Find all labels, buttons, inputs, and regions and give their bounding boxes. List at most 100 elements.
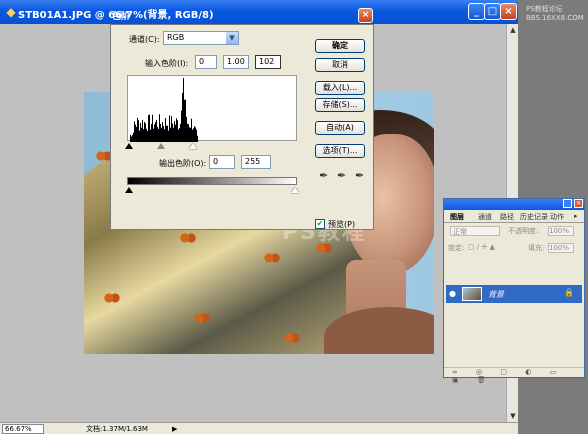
cancel-button[interactable]: 取消 <box>315 58 365 72</box>
layer-thumbnail <box>462 287 482 301</box>
output-gradient-bar <box>127 177 297 185</box>
histogram-bar <box>173 127 174 142</box>
histogram-bar <box>180 123 181 142</box>
histogram-bar <box>155 122 156 142</box>
chevron-down-icon[interactable]: ▼ <box>226 32 238 44</box>
tab-actions[interactable]: 动作 <box>550 212 564 222</box>
channel-select[interactable]: RGB ▼ <box>163 31 239 45</box>
white-eyedropper-icon[interactable]: ✒ <box>355 169 364 182</box>
tab-history[interactable]: 历史记录 <box>520 212 548 222</box>
palette-menu-icon[interactable]: ▸ <box>574 212 578 220</box>
histogram-bar <box>189 127 190 142</box>
auto-button[interactable]: 自动(A) <box>315 121 365 135</box>
histogram-bar <box>183 78 184 142</box>
histogram-bar <box>193 128 194 142</box>
tab-paths[interactable]: 路径 <box>500 212 514 222</box>
histogram-bar <box>167 125 168 142</box>
levels-close-button[interactable]: × <box>358 8 373 23</box>
histogram-bar <box>153 128 154 142</box>
histogram-graph <box>130 78 198 142</box>
photoshop-doc-icon: ◆ <box>6 5 16 19</box>
document-title-bar[interactable]: ◆ STB01A1.JPG @ 66.7%(背景, RGB/8) _ □ × <box>0 0 518 24</box>
histogram-bar <box>194 126 195 142</box>
scroll-up-icon[interactable]: ▲ <box>508 24 518 36</box>
watermark-line1: PS教程论坛 <box>526 5 563 13</box>
input-white-slider[interactable] <box>189 143 197 149</box>
lock-icons[interactable]: □ ∕ ✛ ▲ <box>468 243 495 251</box>
input-black-slider[interactable] <box>125 143 133 149</box>
levels-dialog: 通道(C): RGB ▼ 输入色阶(I): 0 1.00 102 输出色阶(O)… <box>110 24 374 230</box>
histogram-bar <box>134 121 135 142</box>
levels-dialog-title: 色阶 <box>112 12 131 22</box>
histogram-bar <box>141 127 142 142</box>
histogram-bar <box>190 127 191 142</box>
histogram-bar <box>192 129 193 142</box>
histogram-bar <box>184 99 185 142</box>
histogram-bar <box>176 118 177 142</box>
layers-palette-titlebar[interactable]: × <box>444 199 584 210</box>
histogram-bar <box>197 135 198 142</box>
maximize-button[interactable]: □ <box>484 3 501 20</box>
histogram-bar <box>142 119 143 142</box>
scroll-down-icon[interactable]: ▼ <box>508 410 518 422</box>
black-eyedropper-icon[interactable]: ✒ <box>319 169 328 182</box>
histogram-bar <box>131 136 132 142</box>
butterfly-icon <box>104 292 120 304</box>
eye-icon[interactable]: ● <box>449 289 456 298</box>
preview-checkbox[interactable]: ✔ <box>315 219 325 229</box>
input-gamma-field[interactable]: 1.00 <box>223 55 249 69</box>
histogram-bar <box>195 127 196 142</box>
histogram-bar <box>171 116 172 142</box>
histogram-bar <box>164 129 165 142</box>
histogram-bar <box>139 130 140 142</box>
output-white-field[interactable]: 255 <box>241 155 271 169</box>
output-black-field[interactable]: 0 <box>209 155 235 169</box>
tab-layers[interactable]: 图层 <box>450 212 464 222</box>
lock-label: 锁定: <box>448 244 465 252</box>
forum-watermark: PS教程论坛 BBS.16XX8.COM <box>526 4 584 22</box>
histogram-bar <box>175 124 176 142</box>
output-levels-label: 输出色阶(O): <box>159 159 207 168</box>
histogram-bar <box>149 114 150 142</box>
input-black-field[interactable]: 0 <box>195 55 217 69</box>
histogram-bar <box>162 122 163 142</box>
palette-action-icons[interactable]: ∞ ◎ ▢ ◐ ▭ ▣ 🗑 <box>452 368 584 384</box>
load-button[interactable]: 载入(L)... <box>315 81 365 95</box>
histogram-bar <box>148 115 149 142</box>
histogram-bar <box>140 123 141 142</box>
gray-eyedropper-icon[interactable]: ✒ <box>337 169 346 182</box>
histogram-bar <box>179 127 180 142</box>
input-white-field[interactable]: 102 <box>255 55 281 69</box>
save-button[interactable]: 存储(S)... <box>315 98 365 112</box>
zoom-field[interactable]: 66.67% <box>2 424 44 434</box>
histogram-bar <box>145 123 146 142</box>
histogram-bar <box>185 99 186 142</box>
watermark-line2: BBS.16XX8.COM <box>526 14 584 22</box>
blend-mode-select[interactable]: 正常 <box>450 226 500 236</box>
ok-button[interactable]: 确定 <box>315 39 365 53</box>
histogram-bar <box>144 121 145 142</box>
fill-field[interactable]: 100% <box>548 243 574 253</box>
opacity-field[interactable]: 100% <box>548 226 574 236</box>
palette-close-button[interactable]: × <box>574 199 583 208</box>
histogram-bar <box>157 126 158 142</box>
histogram-bar <box>150 129 151 142</box>
histogram-bar <box>174 121 175 142</box>
tab-channels[interactable]: 通道 <box>478 212 492 222</box>
status-menu-arrow-icon[interactable]: ▶ <box>172 424 177 434</box>
histogram <box>127 75 297 142</box>
histogram-bar <box>169 115 170 142</box>
histogram-bar <box>156 119 157 142</box>
layer-row-background[interactable]: ● 背景 🔒 <box>446 285 582 303</box>
histogram-bar <box>188 124 189 142</box>
histogram-bar <box>161 127 162 142</box>
options-button[interactable]: 选项(T)... <box>315 144 365 158</box>
palette-minimize-button[interactable] <box>563 199 572 208</box>
output-black-slider[interactable] <box>125 187 133 193</box>
close-button[interactable]: × <box>500 3 517 20</box>
fill-label: 填充: <box>528 244 545 252</box>
minimize-button[interactable]: _ <box>468 3 485 20</box>
input-gamma-slider[interactable] <box>157 143 165 149</box>
histogram-bar <box>138 120 139 142</box>
output-white-slider[interactable] <box>291 187 299 193</box>
